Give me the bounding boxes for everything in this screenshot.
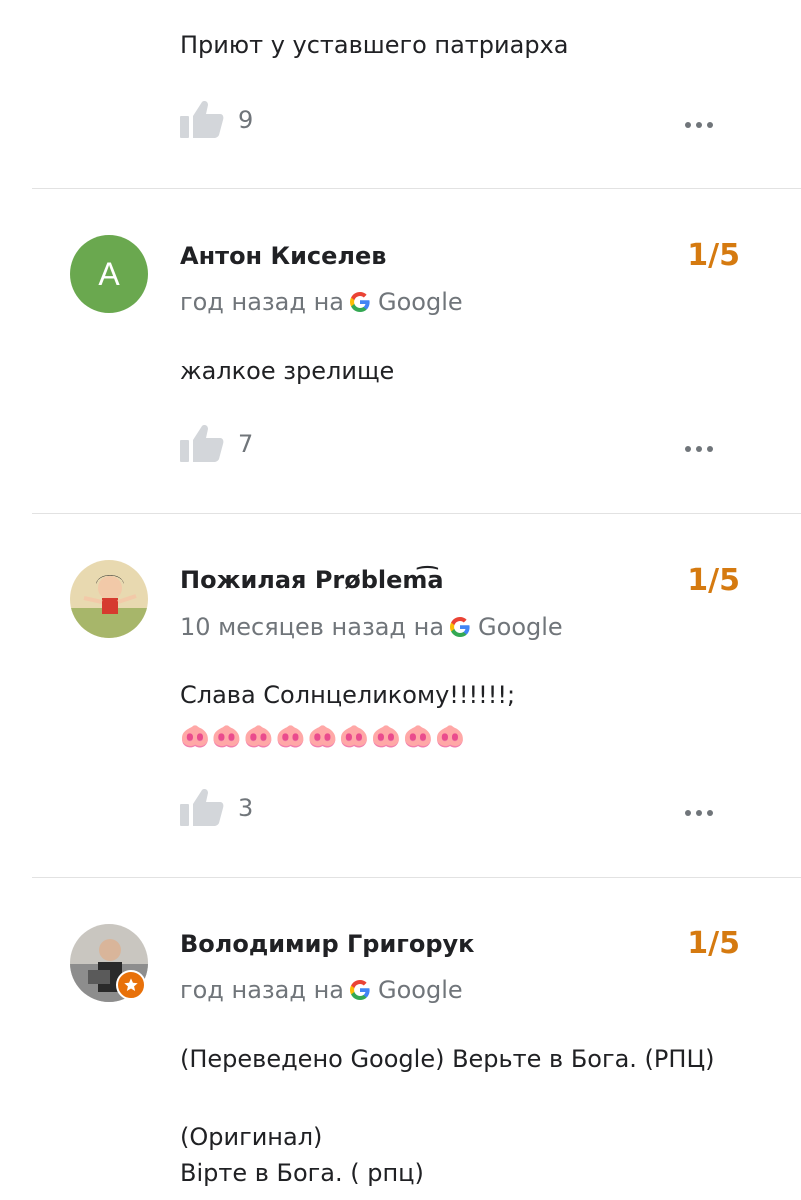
avatar-letter: А xyxy=(98,255,120,292)
review-meta: год назад на Google xyxy=(180,976,463,1004)
review-original-label: (Оригинал) xyxy=(180,1123,323,1151)
author-name[interactable]: Володимир Григорук xyxy=(180,930,474,958)
like-count: 3 xyxy=(238,794,254,822)
review-text: жалкое зрелище xyxy=(180,357,395,385)
review-source: Google xyxy=(378,976,463,1004)
review-text-original: Вірте в Бога. ( рпц) xyxy=(180,1159,424,1187)
star-icon xyxy=(124,978,138,991)
more-options-icon[interactable] xyxy=(680,439,720,459)
rating: 1/5 xyxy=(687,238,740,273)
like-button[interactable]: 3 xyxy=(180,788,253,828)
google-icon xyxy=(350,980,370,1000)
divider xyxy=(32,513,801,514)
review-text: Слава Солнцеликому!!!!!!; xyxy=(180,681,516,709)
avatar-image xyxy=(70,560,148,638)
avatar[interactable] xyxy=(70,560,148,638)
review-time: год назад на xyxy=(180,976,345,1004)
rating: 1/5 xyxy=(687,563,740,598)
author-name[interactable]: Пожилая Prøblem͡a xyxy=(180,566,444,594)
google-icon xyxy=(450,617,470,637)
divider xyxy=(32,877,801,878)
thumbs-up-icon xyxy=(180,789,224,826)
like-button[interactable]: 7 xyxy=(180,424,253,464)
review-text-translated: (Переведено Google) Верьте в Бога. (РПЦ) xyxy=(180,1045,715,1073)
like-count: 9 xyxy=(238,106,254,134)
thumbs-up-icon xyxy=(180,101,224,138)
review-source: Google xyxy=(478,613,563,641)
like-button[interactable]: 9 xyxy=(180,100,253,140)
review-time: 10 месяцев назад на xyxy=(180,613,445,641)
review-time: год назад на xyxy=(180,288,345,316)
author-name[interactable]: Антон Киселев xyxy=(180,242,386,270)
more-options-icon[interactable] xyxy=(680,115,720,135)
review-meta: год назад на Google xyxy=(180,288,463,316)
review-source: Google xyxy=(378,288,463,316)
review-meta: 10 месяцев назад на Google xyxy=(180,613,563,641)
avatar-wrapper[interactable] xyxy=(70,924,148,1002)
google-icon xyxy=(350,292,370,312)
thumbs-up-icon xyxy=(180,425,224,462)
divider xyxy=(32,188,801,189)
review-text: Приют у уставшего патриарха xyxy=(180,31,569,59)
more-options-icon[interactable] xyxy=(680,803,720,823)
like-count: 7 xyxy=(238,430,254,458)
rating: 1/5 xyxy=(687,926,740,961)
avatar[interactable]: А xyxy=(70,235,148,313)
review-emoji-line: 🐽🐽🐽🐽🐽🐽🐽🐽🐽 xyxy=(180,722,467,750)
local-guide-badge xyxy=(116,970,146,1000)
